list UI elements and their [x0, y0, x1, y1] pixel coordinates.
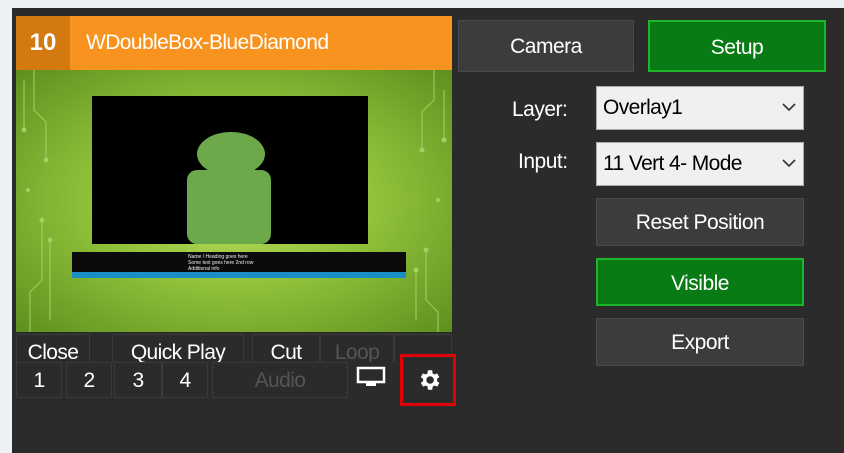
- layer-value: Overlay1: [603, 96, 683, 119]
- input-titlebar[interactable]: 10 WDoubleBox-BlueDiamond: [16, 16, 452, 70]
- chevron-down-icon: [782, 159, 796, 168]
- layer-label: Layer:: [512, 98, 568, 121]
- avatar-body: [187, 170, 271, 244]
- tab-camera[interactable]: Camera: [458, 20, 634, 72]
- input-name: WDoubleBox-BlueDiamond: [86, 31, 329, 54]
- video-frame: [92, 96, 368, 244]
- audio-button[interactable]: Audio: [212, 362, 348, 398]
- monitor-icon[interactable]: [356, 366, 386, 388]
- overlay-3-button[interactable]: 3: [114, 362, 162, 398]
- input-select[interactable]: 11 Vert 4- Mode: [596, 142, 804, 186]
- input-value: 11 Vert 4- Mode: [603, 152, 742, 175]
- chevron-down-icon: [782, 103, 796, 112]
- lower-third-accent: [72, 272, 406, 278]
- input-preview[interactable]: Name / Heading goes here Some text goes …: [16, 70, 452, 332]
- input-number: 10: [16, 16, 70, 70]
- control-row-2: 1 2 3 4 Audio: [16, 362, 452, 398]
- settings-button[interactable]: [400, 354, 456, 406]
- layer-select[interactable]: Overlay1: [596, 86, 804, 130]
- tab-setup[interactable]: Setup: [648, 20, 826, 72]
- input-label: Input:: [518, 150, 568, 173]
- visible-button[interactable]: Visible: [596, 258, 804, 306]
- input-panel: 10 WDoubleBox-BlueDiamond Name / Heading…: [16, 16, 452, 398]
- export-button[interactable]: Export: [596, 318, 804, 366]
- overlay-1-button[interactable]: 1: [16, 362, 62, 398]
- reset-position-button[interactable]: Reset Position: [596, 198, 804, 246]
- overlay-2-button[interactable]: 2: [66, 362, 112, 398]
- overlay-4-button[interactable]: 4: [162, 362, 208, 398]
- lower-third: Name / Heading goes here Some text goes …: [72, 252, 406, 278]
- gear-icon: [420, 370, 440, 390]
